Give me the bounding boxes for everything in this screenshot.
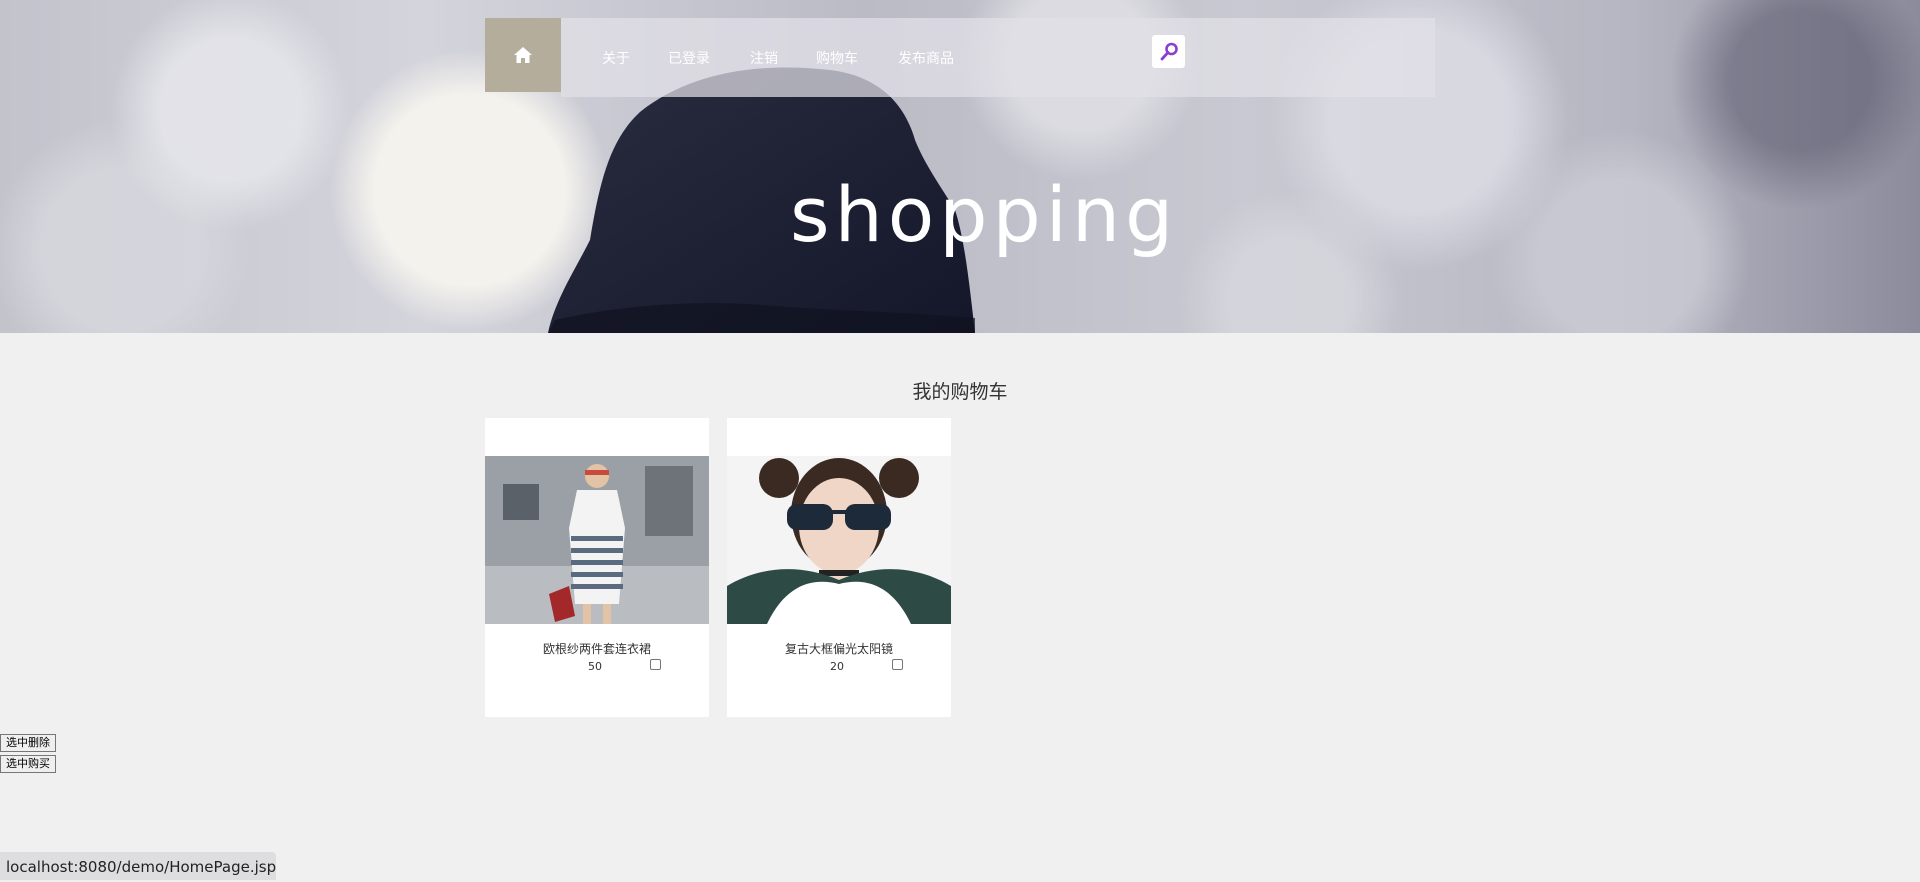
cart-title: 我的购物车 [912, 381, 1008, 403]
hero-banner: 关于 已登录 注销 购物车 发布商品 shopping [0, 0, 1920, 333]
product-image[interactable] [485, 456, 709, 624]
nav-link-logged-in[interactable]: 已登录 [668, 48, 710, 68]
nav-link-logout[interactable]: 注销 [750, 48, 778, 68]
select-checkbox[interactable] [892, 659, 903, 670]
nav-link-publish[interactable]: 发布商品 [898, 48, 954, 68]
cart-item-card: 欧根纱两件套连衣裙 50 [485, 418, 709, 717]
delete-selected-button[interactable]: 选中删除 [0, 734, 56, 752]
product-price: 20 [830, 660, 844, 673]
nav-link-cart[interactable]: 购物车 [816, 48, 858, 68]
product-price: 50 [588, 660, 602, 673]
cart-item-card: 复古大框偏光太阳镜 20 [727, 418, 951, 717]
home-button[interactable] [485, 18, 561, 92]
search-icon [1160, 42, 1178, 60]
buy-selected-button[interactable]: 选中购买 [0, 755, 56, 773]
home-icon [514, 47, 532, 63]
product-name[interactable]: 复古大框偏光太阳镜 [727, 640, 951, 657]
product-image[interactable] [727, 456, 951, 624]
status-url: localhost:8080/demo/HomePage.jsp [0, 852, 276, 880]
select-checkbox[interactable] [650, 659, 661, 670]
hero-title: shopping [790, 170, 1179, 259]
search-button[interactable] [1152, 35, 1185, 68]
product-name[interactable]: 欧根纱两件套连衣裙 [485, 640, 709, 657]
nav-link-about[interactable]: 关于 [602, 48, 630, 68]
